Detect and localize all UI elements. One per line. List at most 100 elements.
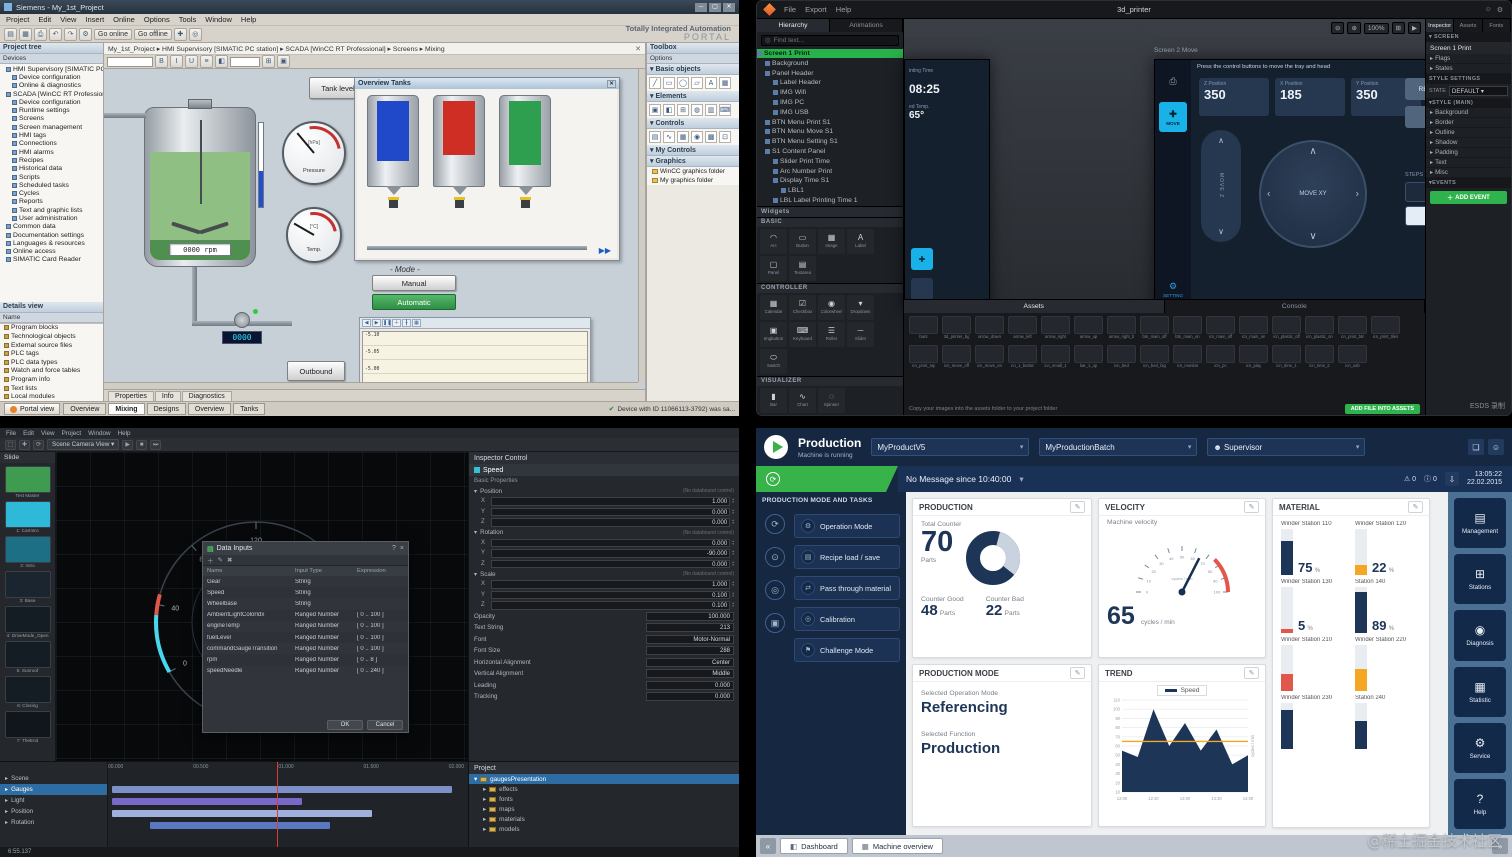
delete-row-icon[interactable]: ✖	[227, 556, 232, 564]
inspector-prop[interactable]: Opacity 100.000	[469, 611, 739, 623]
data-input-row[interactable]: Speed String	[203, 587, 408, 599]
toolbox-tool-icon[interactable]: ⊞	[677, 104, 689, 116]
layer-icon[interactable]: ▣	[277, 55, 290, 68]
tree-item[interactable]: Screens	[0, 115, 103, 123]
asset-item[interactable]: icn_plastic_on	[1303, 316, 1336, 339]
inspector-row[interactable]: ▸ Flags	[1426, 54, 1511, 64]
view-tab[interactable]: ◧ Dashboard	[780, 838, 848, 854]
save-icon[interactable]: ▦	[19, 27, 32, 41]
tree-item[interactable]: Text and graphic lists	[0, 206, 103, 214]
nav-tile[interactable]: ▦ Statistic	[1454, 666, 1506, 717]
menu-item[interactable]: Tools	[179, 15, 197, 24]
hierarchy-item[interactable]: Background	[757, 58, 903, 68]
tree-item[interactable]: Connections	[0, 140, 103, 148]
asset-item[interactable]: icn_small_1	[1039, 345, 1072, 368]
new-icon[interactable]: ▤	[4, 27, 17, 41]
search-icon[interactable]: ◎	[188, 27, 202, 41]
task-button[interactable]: ⇄ Pass through material	[794, 576, 900, 600]
diagnostics-icon[interactable]: ✚	[173, 27, 187, 41]
details-item[interactable]: Technological objects	[0, 332, 103, 341]
info-counter[interactable]: ⓘ 0	[1424, 474, 1437, 484]
down-chevron-icon[interactable]: ∨	[1309, 231, 1316, 242]
graphics-folder[interactable]: WinCC graphics folder	[647, 167, 739, 176]
widget-image[interactable]: ▦ Image	[818, 228, 845, 254]
acknowledge-icon[interactable]: ⇩	[1444, 472, 1459, 486]
data-input-row[interactable]: Wheelbase String	[203, 598, 408, 609]
nav-tile[interactable]: ◉ Diagnosis	[1454, 610, 1506, 661]
menu-item[interactable]: View	[60, 15, 76, 24]
hierarchy-item[interactable]: IMG Wifi	[757, 88, 903, 98]
toolbox-tool-icon[interactable]: ⌨	[719, 104, 731, 116]
project-folder[interactable]: ▸ fonts	[469, 794, 739, 804]
slide-item[interactable]: 4: DriveMode_Open	[4, 606, 51, 638]
italic-icon[interactable]: I	[170, 55, 183, 68]
hierarchy-item[interactable]: S1 Content Panel	[757, 147, 903, 157]
compile-icon[interactable]: ⚙	[79, 27, 92, 41]
project-folder[interactable]: ▸ materials	[469, 814, 739, 824]
nav-tile[interactable]: ⊞ Stations	[1454, 554, 1506, 605]
search-input[interactable]	[773, 36, 874, 44]
menu-item[interactable]: Help	[241, 15, 256, 24]
inspector-tab[interactable]: Inspector	[1426, 19, 1455, 32]
timeline-track[interactable]: ▸ Gauges	[0, 784, 107, 795]
maximize-icon[interactable]: ▢	[709, 2, 721, 12]
inspector-field[interactable]: Y 0.100 ▴ ▾	[469, 590, 739, 601]
widget-spinner[interactable]: ◌ Spinner	[818, 387, 845, 413]
inspector-field[interactable]: Y 0.000 ▴ ▾	[469, 507, 739, 518]
graphics-folder[interactable]: My graphics folder	[647, 176, 739, 185]
inspector-field[interactable]: Z 0.000 ▴ ▾	[469, 517, 739, 528]
property-tab[interactable]: Properties	[108, 390, 154, 401]
menu-item[interactable]: View	[41, 430, 55, 437]
camera-select[interactable]: Scene Camera View ▾	[47, 439, 120, 450]
warning-counter[interactable]: ⚠ 0	[1404, 475, 1416, 484]
asset-item[interactable]: icn_print_tiles	[1369, 316, 1402, 339]
inspector-prop[interactable]: Font Motor-Normal	[469, 634, 739, 646]
settings-icon[interactable]: ⚙	[1497, 6, 1503, 14]
property-tab[interactable]: Diagnostics	[181, 390, 232, 401]
inspector-field[interactable]: Z 0.000 ▴ ▾	[469, 559, 739, 570]
inspector-tab[interactable]: Fonts	[1482, 19, 1511, 32]
style-item[interactable]: ▸ Shadow	[1426, 138, 1511, 148]
menu-item[interactable]: Help	[118, 430, 131, 437]
toolbox-tool-icon[interactable]: ▭	[663, 77, 675, 89]
view-tab[interactable]: ▦ Machine overview	[851, 838, 943, 854]
project-root[interactable]: ▾ gaugesPresentation	[469, 774, 739, 784]
asset-item[interactable]: btn_main_on	[1171, 316, 1204, 339]
toolbox-tool-icon[interactable]: ╱	[649, 77, 661, 89]
tree-item[interactable]: Languages & resources	[0, 239, 103, 247]
tree-item[interactable]: Scripts	[0, 173, 103, 181]
tree-item[interactable]: Online & diagnostics	[0, 82, 103, 90]
toolbox-section-header[interactable]: ▾ My Controls	[647, 145, 739, 156]
inspector-field[interactable]: X 1.000 ▴ ▾	[469, 579, 739, 590]
asset-item[interactable]: icn_main_on	[1237, 316, 1270, 339]
go-online-button[interactable]: Go online	[94, 28, 132, 40]
mode-icon[interactable]: ⟳	[765, 514, 785, 534]
data-input-row[interactable]: fuelLevel Ranged Number[ 0 .. 100 ]	[203, 631, 408, 644]
task-button[interactable]: ⚑ Challenge Mode	[794, 638, 900, 662]
menu-item[interactable]: Edit	[23, 430, 34, 437]
close-icon[interactable]: ✕	[723, 2, 735, 12]
data-input-row[interactable]: engineTemp Ranged Number[ 0 .. 100 ]	[203, 621, 408, 632]
mode-icon[interactable]: ⊙	[765, 547, 785, 567]
hierarchy-item[interactable]: LBL1	[757, 186, 903, 196]
user-add-icon[interactable]: ☺	[1488, 439, 1504, 455]
screen2-label[interactable]: Screen 2 Move	[1154, 47, 1198, 54]
style-item[interactable]: ▸ Background	[1426, 108, 1511, 118]
details-item[interactable]: Local modules	[0, 392, 103, 401]
asset-item[interactable]: arrow_down	[973, 316, 1006, 339]
toolbox-options[interactable]: Options	[647, 54, 739, 64]
go-offline-button[interactable]: Go offline	[133, 28, 172, 40]
state-select[interactable]: DEFAULT ▾	[1448, 86, 1508, 96]
asset-item[interactable]: icn_main_off	[1204, 316, 1237, 339]
nav-tile[interactable]: ⚙ Service	[1454, 722, 1506, 773]
up-chevron-icon[interactable]: ∧	[1218, 136, 1224, 145]
up-chevron-icon[interactable]: ∧	[1309, 146, 1316, 157]
asset-item[interactable]: icn_print_top	[907, 345, 940, 368]
menu-item[interactable]: Online	[113, 15, 135, 24]
widget-roller[interactable]: ☰ Roller	[818, 321, 845, 347]
tree-item[interactable]: Device configuration	[0, 98, 103, 106]
toolbox-tool-icon[interactable]: ◍	[691, 104, 703, 116]
valve-icon[interactable]	[520, 197, 531, 208]
rotate-tool-icon[interactable]: ⟳	[33, 439, 44, 450]
asset-item[interactable]: icn_move_off	[940, 345, 973, 368]
